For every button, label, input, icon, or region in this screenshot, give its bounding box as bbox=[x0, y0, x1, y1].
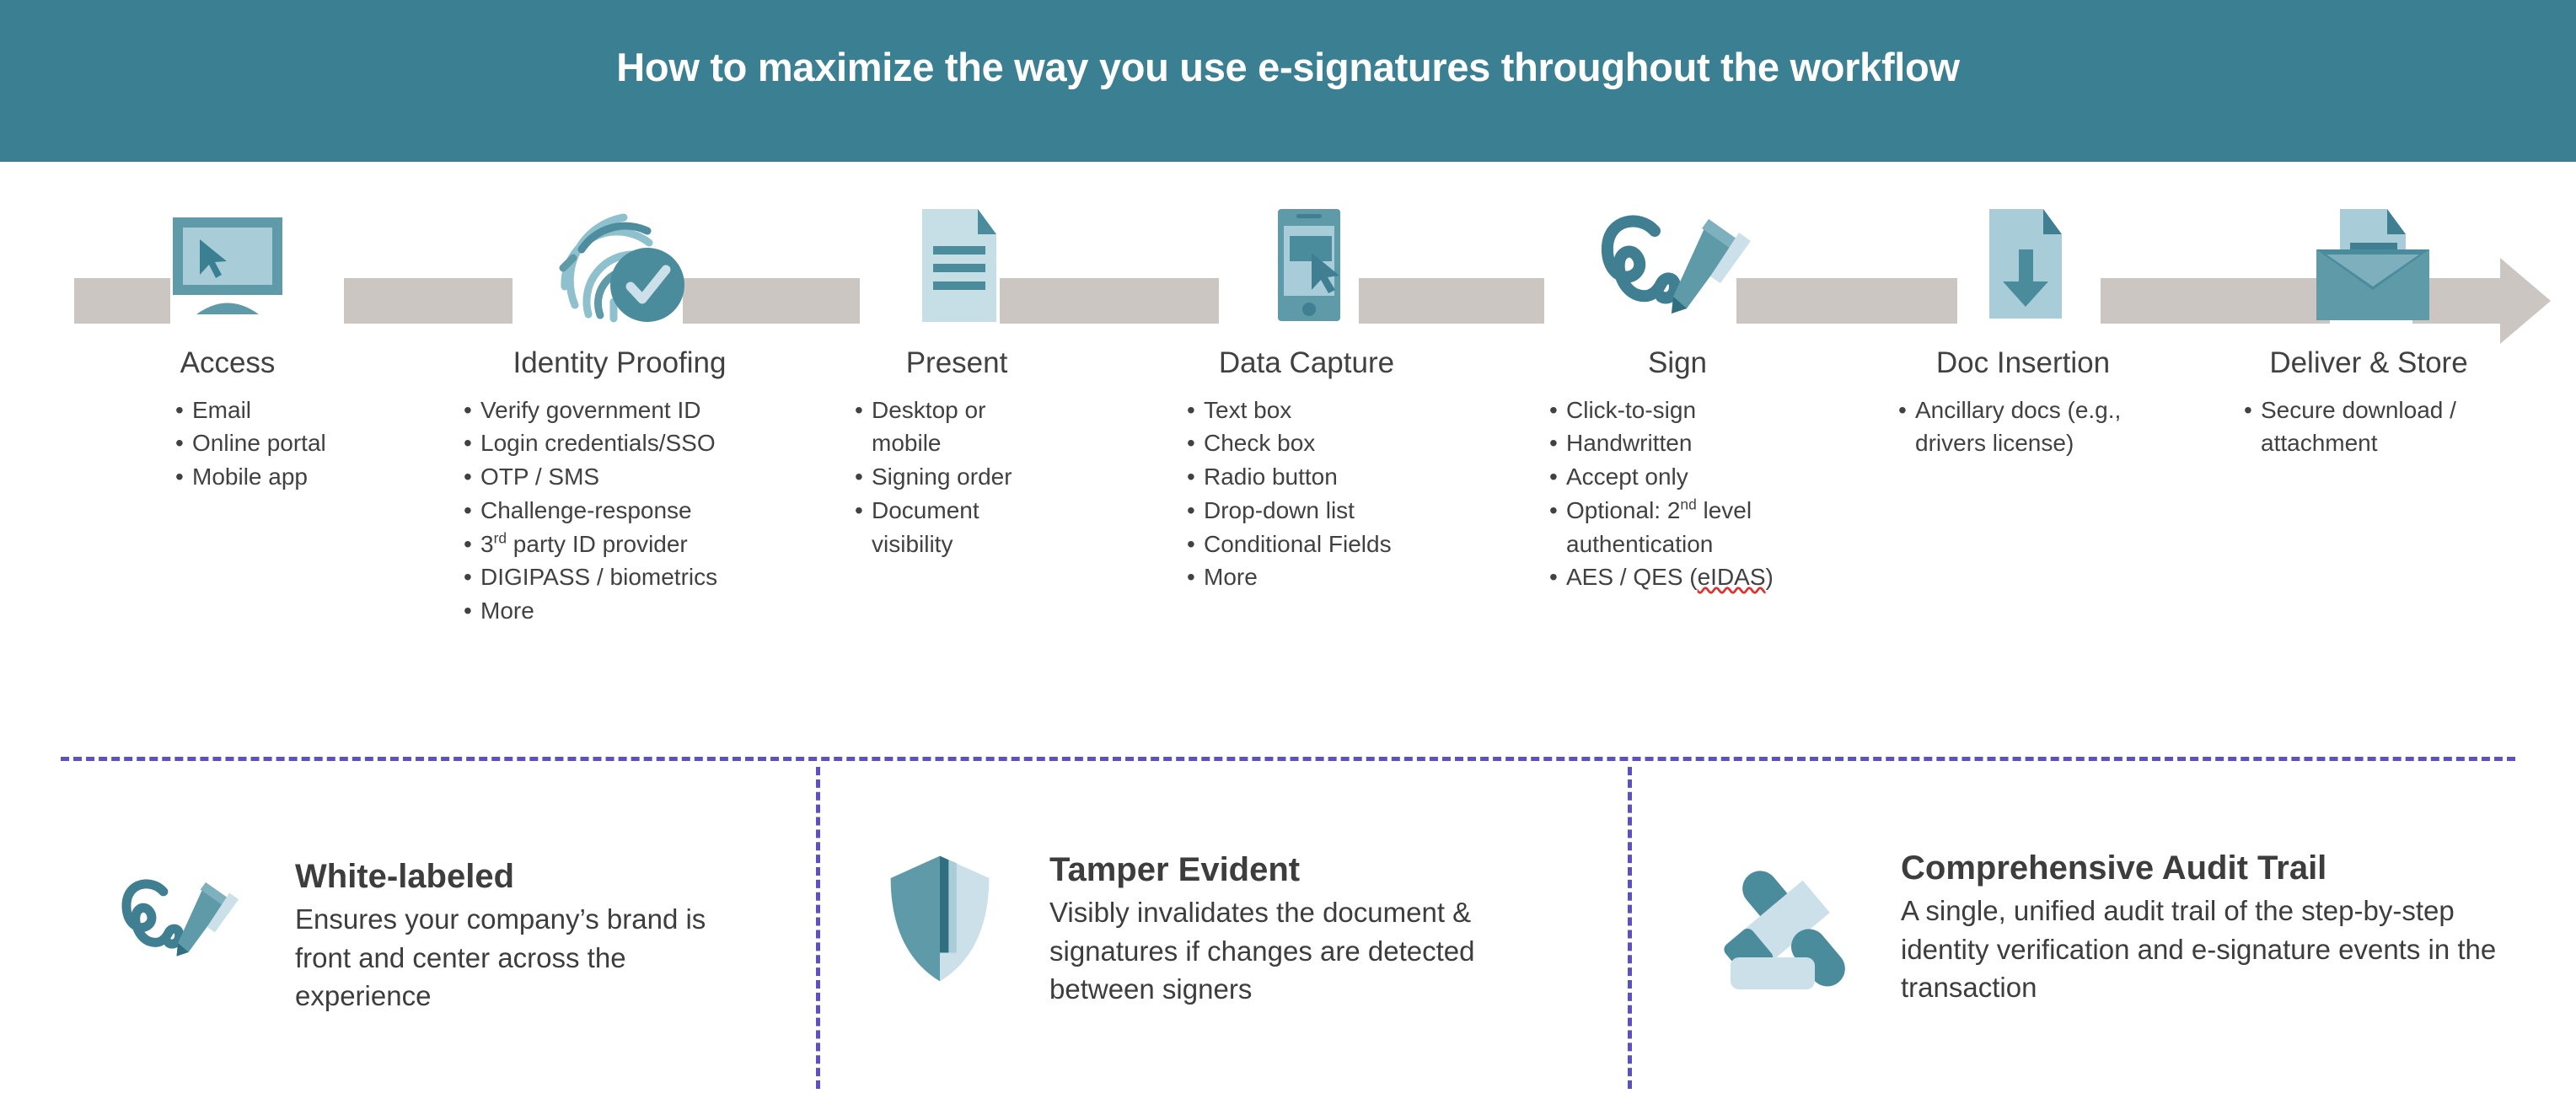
list-item: Mobile app bbox=[174, 460, 346, 494]
list-item: Desktop or mobile bbox=[853, 394, 1034, 461]
monitor-cursor-icon bbox=[148, 202, 308, 329]
step-bullet-list: Secure download / attachment bbox=[2242, 394, 2487, 461]
list-item: Challenge-response bbox=[462, 494, 784, 528]
list-item: More bbox=[462, 594, 784, 628]
spellcheck-word: eIDAS bbox=[1697, 564, 1766, 591]
step-bullet-list: Desktop or mobile Signing order Document… bbox=[853, 394, 1034, 561]
feature-white-labeled: White-labeled Ensures your company’s bra… bbox=[105, 851, 780, 1062]
signature-pen-icon bbox=[105, 851, 257, 1003]
list-item: Drop-down list bbox=[1185, 494, 1433, 528]
gavel-icon bbox=[1715, 851, 1867, 1003]
list-item: Check box bbox=[1185, 426, 1433, 460]
list-item: OTP / SMS bbox=[462, 460, 784, 494]
fingerprint-check-icon bbox=[523, 202, 716, 329]
feature-tamper-evident: Tamper Evident Visibly invalidates the d… bbox=[877, 851, 1568, 1062]
document-download-icon bbox=[1956, 202, 2090, 329]
feature-description: Visibly invalidates the document & signa… bbox=[1049, 897, 1475, 1005]
feature-comprehensive-audit-trail: Comprehensive Audit Trail A single, unif… bbox=[1715, 849, 2558, 1062]
list-item: AES / QES (eIDAS) bbox=[1548, 560, 1801, 594]
step-title: Access bbox=[180, 346, 276, 379]
page-title: How to maximize the way you use e-signat… bbox=[616, 45, 1960, 89]
step-title: Sign bbox=[1647, 346, 1708, 379]
step-bullet-list: Click-to-sign Handwritten Accept only Op… bbox=[1548, 394, 1801, 595]
step-bullet-list: Email Online portal Mobile app bbox=[174, 394, 346, 494]
step-bullet-list: Verify government ID Login credentials/S… bbox=[462, 394, 784, 628]
list-item: DIGIPASS / biometrics bbox=[462, 560, 784, 594]
workflow-step-deliver-store: Deliver & Store Secure download / attach… bbox=[2242, 202, 2495, 460]
list-item: Secure download / attachment bbox=[2242, 394, 2487, 461]
step-title: Identity Proofing bbox=[513, 346, 727, 379]
header-banner: How to maximize the way you use e-signat… bbox=[0, 0, 2576, 162]
mobile-form-cursor-icon bbox=[1231, 202, 1382, 329]
list-item: Document visibility bbox=[853, 494, 1034, 561]
list-item: Text box bbox=[1185, 394, 1433, 427]
step-bullet-list: Text box Check box Radio button Drop-dow… bbox=[1185, 394, 1433, 595]
feature-title: Tamper Evident bbox=[1049, 851, 1301, 888]
list-item: Ancillary docs (e.g., drivers license) bbox=[1897, 394, 2141, 461]
arrow-head-icon bbox=[2500, 258, 2551, 344]
list-item: 3rd party ID provider bbox=[462, 528, 784, 561]
infographic-page: How to maximize the way you use e-signat… bbox=[0, 0, 2576, 1120]
list-item: Handwritten bbox=[1548, 426, 1801, 460]
step-title: Data Capture bbox=[1218, 346, 1395, 379]
step-title: Deliver & Store bbox=[2269, 346, 2468, 379]
vertical-divider-2 bbox=[1628, 767, 1632, 1089]
list-item: Email bbox=[174, 394, 346, 427]
envelope-document-icon bbox=[2293, 202, 2445, 329]
list-item: More bbox=[1185, 560, 1433, 594]
list-item: Signing order bbox=[853, 460, 1034, 494]
shield-icon bbox=[877, 851, 1028, 1003]
workflow-step-data-capture: Data Capture Text box Check box Radio bu… bbox=[1180, 202, 1433, 594]
feature-description: A single, unified audit trail of the ste… bbox=[1901, 895, 2497, 1004]
workflow-step-identity-proofing: Identity Proofing Verify government ID L… bbox=[455, 202, 784, 628]
list-item: Click-to-sign bbox=[1548, 394, 1801, 427]
step-bullet-list: Ancillary docs (e.g., drivers license) bbox=[1897, 394, 2141, 461]
signature-pen-icon bbox=[1580, 202, 1774, 329]
vertical-divider-1 bbox=[816, 767, 820, 1089]
list-item: Accept only bbox=[1548, 460, 1801, 494]
list-item: Radio button bbox=[1185, 460, 1433, 494]
horizontal-divider bbox=[61, 757, 2515, 761]
list-item: Optional: 2nd level authentication bbox=[1548, 494, 1801, 561]
list-item: Verify government ID bbox=[462, 394, 784, 427]
list-item: Online portal bbox=[174, 426, 346, 460]
workflow-step-present: Present Desktop or mobile Signing order … bbox=[851, 202, 1062, 560]
document-lines-icon bbox=[894, 202, 1020, 329]
feature-title: Comprehensive Audit Trail bbox=[1901, 849, 2327, 887]
step-title: Doc Insertion bbox=[1935, 346, 2111, 379]
workflow-step-doc-insertion: Doc Insertion Ancillary docs (e.g., driv… bbox=[1897, 202, 2149, 460]
list-item: Conditional Fields bbox=[1185, 528, 1433, 561]
workflow-step-access: Access Email Online portal Mobile app bbox=[110, 202, 346, 494]
step-title: Present bbox=[905, 346, 1008, 379]
workflow-step-sign: Sign Click-to-sign Handwritten Accept on… bbox=[1543, 202, 1812, 594]
feature-description: Ensures your company’s brand is front an… bbox=[295, 903, 706, 1012]
list-item: Login credentials/SSO bbox=[462, 426, 784, 460]
feature-title: White-labeled bbox=[295, 858, 515, 895]
